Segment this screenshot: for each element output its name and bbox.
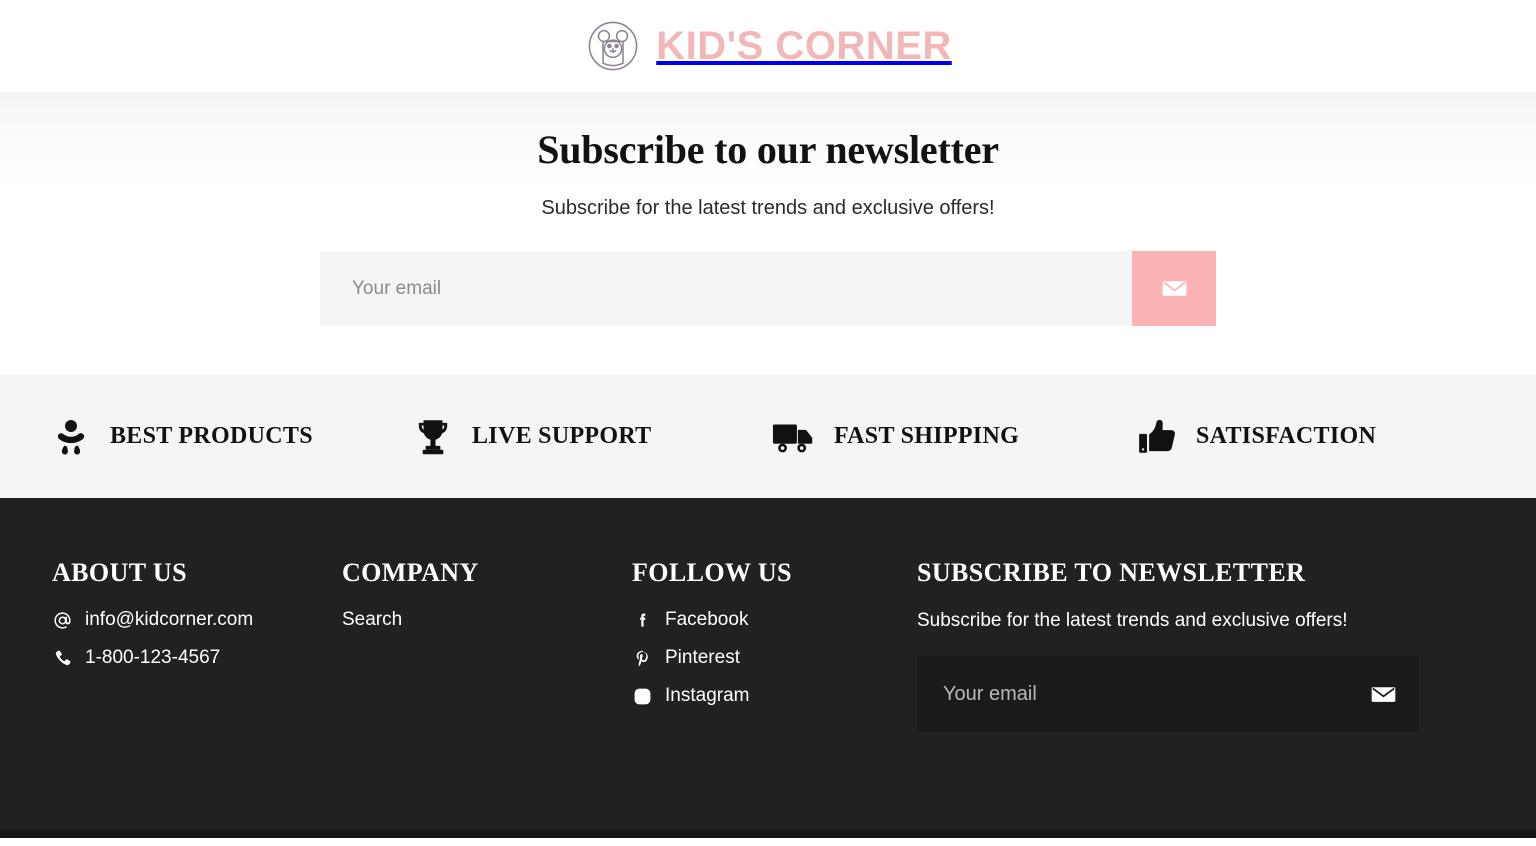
newsletter-title: Subscribe to our newsletter	[537, 127, 999, 172]
pinterest-icon	[632, 648, 652, 668]
site-header: KID'S CORNER	[0, 0, 1536, 92]
footer-column-company: COMPANY Search	[342, 558, 632, 631]
trophy-icon	[410, 414, 456, 460]
social-label: Instagram	[665, 685, 750, 706]
feature-label: BEST PRODUCTS	[110, 423, 313, 449]
truck-icon	[772, 414, 818, 460]
site-footer: ABOUT US info@kidcorner.com 1-800-123-45…	[0, 498, 1536, 838]
feature-fast-shipping: FAST SHIPPING	[772, 414, 1134, 460]
about-list: info@kidcorner.com 1-800-123-4567	[52, 609, 342, 669]
newsletter-form	[320, 251, 1216, 326]
list-item: info@kidcorner.com	[52, 609, 342, 631]
social-label: Facebook	[665, 609, 749, 630]
social-link-facebook[interactable]: Facebook	[632, 609, 917, 631]
thumbs-up-icon	[1134, 414, 1180, 460]
company-link-search[interactable]: Search	[342, 609, 402, 631]
phone-icon	[52, 648, 72, 668]
envelope-icon	[1370, 681, 1397, 708]
brand-name: KID'S CORNER	[656, 23, 952, 68]
newsletter-email-input[interactable]	[320, 251, 1132, 326]
feature-best-products: BEST PRODUCTS	[48, 414, 410, 460]
feature-label: SATISFACTION	[1196, 423, 1377, 449]
contact-email[interactable]: info@kidcorner.com	[52, 609, 342, 631]
footer-column-about: ABOUT US info@kidcorner.com 1-800-123-45…	[52, 558, 342, 685]
facebook-icon	[632, 610, 652, 630]
feature-live-support: LIVE SUPPORT	[410, 414, 772, 460]
footer-email-input[interactable]	[943, 682, 1370, 706]
contact-email-text: info@kidcorner.com	[85, 609, 254, 630]
at-sign-icon	[52, 610, 72, 630]
newsletter-subtitle: Subscribe for the latest trends and excl…	[541, 197, 995, 219]
contact-phone[interactable]: 1-800-123-4567	[52, 647, 342, 669]
social-list: Facebook Pinterest Instagram	[632, 609, 917, 707]
list-item: Facebook	[632, 609, 917, 631]
social-link-instagram[interactable]: Instagram	[632, 685, 917, 707]
footer-newsletter-subtitle: Subscribe for the latest trends and excl…	[917, 610, 1348, 631]
envelope-icon	[1161, 275, 1188, 302]
feature-label: FAST SHIPPING	[834, 423, 1020, 449]
newsletter-section: Subscribe to our newsletter Subscribe fo…	[0, 92, 1536, 375]
bear-face-icon	[584, 17, 642, 75]
footer-heading-follow: FOLLOW US	[632, 558, 792, 587]
footer-column-follow: FOLLOW US Facebook Pinterest Instagram	[632, 558, 917, 723]
feature-satisfaction: SATISFACTION	[1134, 414, 1496, 460]
list-item: 1-800-123-4567	[52, 647, 342, 669]
contact-phone-text: 1-800-123-4567	[85, 647, 221, 668]
feature-label: LIVE SUPPORT	[472, 423, 652, 449]
social-link-pinterest[interactable]: Pinterest	[632, 647, 917, 669]
brand-logo[interactable]: KID'S CORNER	[584, 17, 952, 75]
baby-icon	[48, 414, 94, 460]
footer-columns: ABOUT US info@kidcorner.com 1-800-123-45…	[52, 558, 1488, 732]
footer-heading-about: ABOUT US	[52, 558, 187, 587]
features-bar: BEST PRODUCTS LIVE SUPPORT FAST SHIPPING…	[0, 375, 1536, 498]
social-label: Pinterest	[665, 647, 740, 668]
newsletter-submit-button[interactable]	[1132, 251, 1216, 326]
footer-heading-newsletter: SUBSCRIBE TO NEWSLETTER	[917, 558, 1306, 587]
instagram-icon	[632, 686, 652, 706]
list-item: Instagram	[632, 685, 917, 707]
footer-bottom-strip	[0, 830, 1536, 838]
footer-newsletter-form	[917, 656, 1419, 732]
footer-submit-button[interactable]	[1370, 681, 1397, 708]
list-item: Pinterest	[632, 647, 917, 669]
footer-heading-company: COMPANY	[342, 558, 479, 587]
footer-column-newsletter: SUBSCRIBE TO NEWSLETTER Subscribe for th…	[917, 558, 1488, 732]
